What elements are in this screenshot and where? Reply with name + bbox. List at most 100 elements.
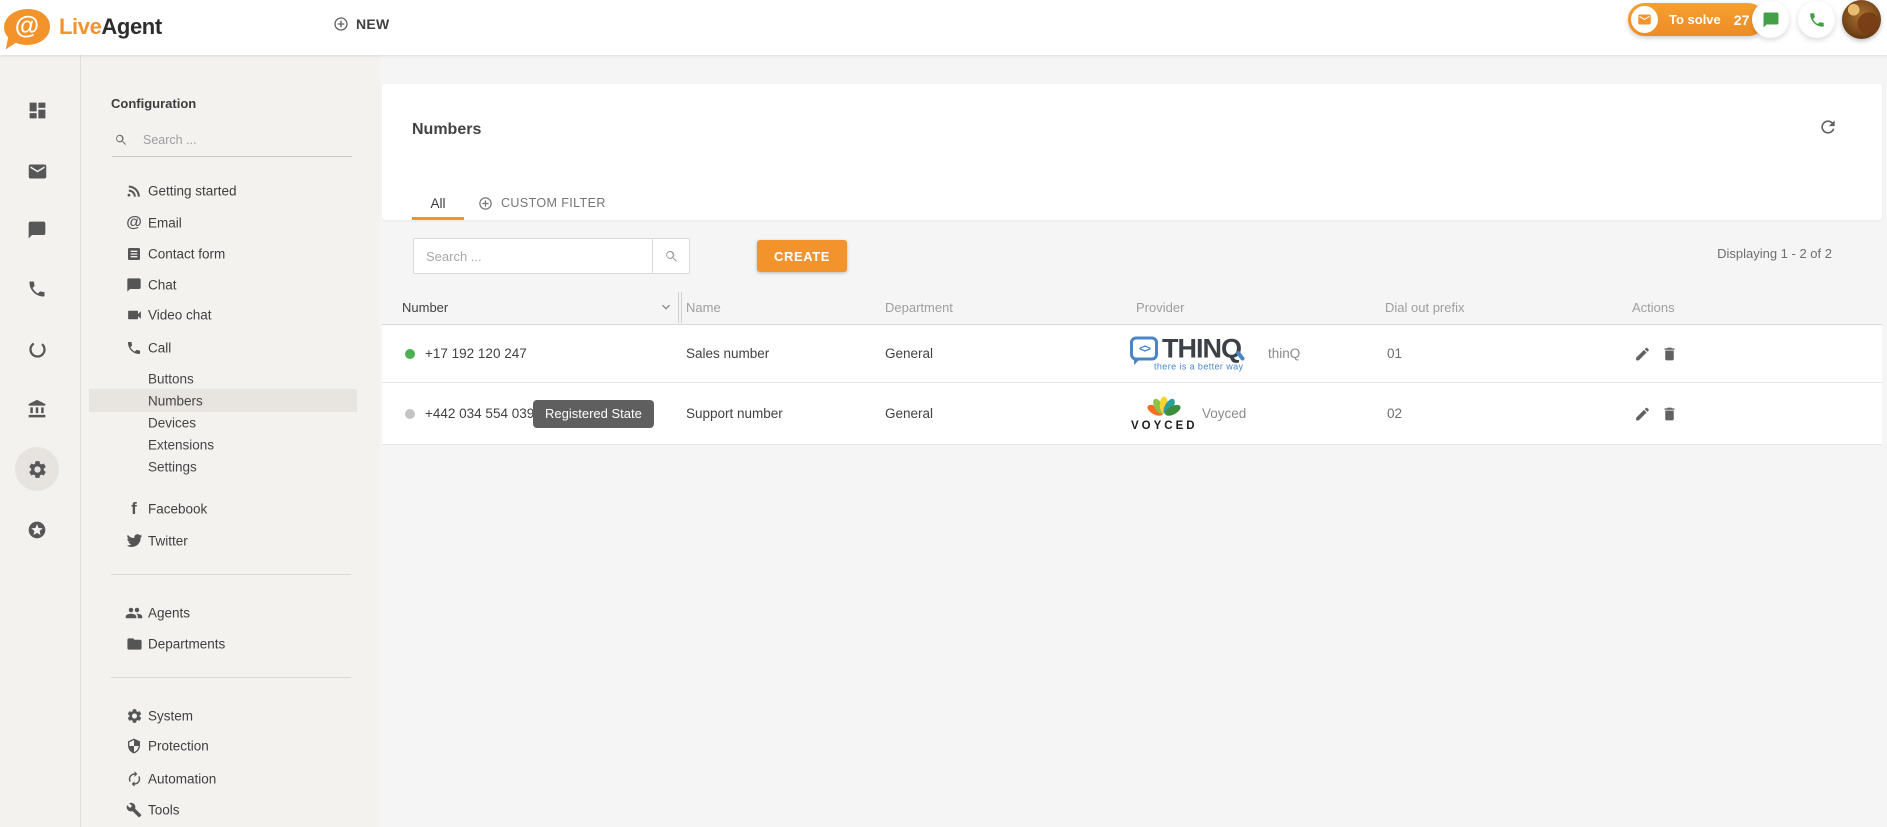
- cell-provider: thinQ: [1268, 325, 1300, 382]
- new-button[interactable]: NEW: [333, 16, 390, 32]
- sidebar-item-numbers[interactable]: Numbers: [89, 389, 357, 412]
- sort-chevron-down-icon[interactable]: [658, 299, 674, 315]
- thinq-bubble-icon: <>: [1130, 336, 1158, 360]
- brand-agent: Agent: [101, 14, 161, 39]
- main-content: Numbers All CUSTOM FILTER CREATE: [380, 55, 1887, 827]
- at-glyph: @: [15, 12, 39, 41]
- to-solve-count: 27: [1734, 12, 1750, 28]
- sidebar-divider: [111, 677, 351, 678]
- column-header-name[interactable]: Name: [686, 290, 721, 324]
- table-row[interactable]: +442 034 554 039 Registered State Suppor…: [382, 383, 1882, 445]
- sidebar-item-settings[interactable]: Settings: [81, 455, 381, 478]
- displaying-count: Displaying 1 - 2 of 2: [1717, 246, 1832, 261]
- rail-phone-icon[interactable]: [15, 267, 59, 311]
- column-header-provider[interactable]: Provider: [1136, 290, 1184, 324]
- edit-button[interactable]: [1634, 405, 1651, 422]
- cell-dial-out-prefix: 02: [1387, 383, 1402, 444]
- liveagent-logo[interactable]: @ LiveAgent: [4, 9, 162, 45]
- delete-button[interactable]: [1661, 405, 1678, 422]
- sidebar-item-chat[interactable]: Chat: [81, 270, 381, 300]
- form-icon: [124, 246, 144, 262]
- column-resize-handle[interactable]: [678, 292, 679, 323]
- pencil-icon: [1634, 345, 1651, 362]
- cell-name: Sales number: [686, 325, 769, 382]
- cell-number: +17 192 120 247: [425, 325, 527, 382]
- tab-all[interactable]: All: [412, 186, 464, 220]
- user-avatar[interactable]: [1842, 0, 1881, 39]
- table-search-input[interactable]: [414, 239, 652, 273]
- sidebar-item-automation[interactable]: Automation: [81, 764, 381, 794]
- chat-status-button[interactable]: [1752, 1, 1789, 38]
- column-header-actions[interactable]: Actions: [1632, 290, 1675, 324]
- rail-mail-icon[interactable]: [15, 149, 59, 193]
- column-header-department[interactable]: Department: [885, 290, 953, 324]
- rail-chat-icon[interactable]: [15, 208, 59, 252]
- search-icon: [664, 249, 679, 264]
- to-solve-button[interactable]: To solve 27: [1628, 3, 1765, 36]
- call-status-button[interactable]: [1798, 1, 1835, 38]
- rail-star-icon[interactable]: [15, 508, 59, 552]
- tab-all-label: All: [430, 196, 445, 211]
- sidebar-item-twitter[interactable]: Twitter: [81, 526, 381, 556]
- configuration-sidebar: Configuration Getting started @ Email Co…: [80, 55, 380, 827]
- sidebar-item-protection[interactable]: Protection: [81, 731, 381, 761]
- sidebar-item-departments[interactable]: Departments: [81, 629, 381, 659]
- delete-button[interactable]: [1661, 345, 1678, 362]
- create-button[interactable]: CREATE: [757, 240, 847, 272]
- voyced-wordmark: VOYCED: [1131, 420, 1198, 432]
- sidebar-item-label: Contact form: [148, 247, 225, 262]
- table-header: Number Name Department Provider Dial out…: [382, 290, 1882, 325]
- sidebar-item-agents[interactable]: Agents: [81, 598, 381, 628]
- trash-icon: [1661, 345, 1678, 362]
- sidebar-title: Configuration: [111, 96, 196, 111]
- thinq-tagline: there is a better way: [1154, 361, 1249, 371]
- sidebar-item-label: Tools: [148, 803, 180, 818]
- trash-icon: [1661, 405, 1678, 422]
- envelope-icon: [1631, 6, 1658, 33]
- sidebar-item-system[interactable]: System: [81, 701, 381, 731]
- refresh-button[interactable]: [1818, 117, 1838, 137]
- table-search-button[interactable]: [652, 239, 689, 273]
- sidebar-item-facebook[interactable]: f Facebook: [81, 494, 381, 524]
- sidebar-item-tools[interactable]: Tools: [81, 795, 381, 825]
- sidebar-item-email[interactable]: @ Email: [81, 208, 381, 238]
- brand-name: LiveAgent: [59, 14, 162, 40]
- plus-circle-icon: [333, 16, 349, 32]
- sidebar-item-label: Protection: [148, 739, 209, 754]
- sidebar-item-getting-started[interactable]: Getting started: [81, 176, 381, 206]
- facebook-icon: f: [124, 499, 144, 519]
- thinq-logo: <> THINQ there is a better way: [1130, 336, 1249, 371]
- plus-circle-icon: [478, 196, 493, 211]
- sidebar-item-buttons[interactable]: Buttons: [81, 367, 381, 390]
- rss-icon: [124, 183, 144, 200]
- voyced-flower-icon: [1147, 396, 1181, 419]
- sidebar-item-label: Video chat: [148, 308, 212, 323]
- sidebar-item-label: Email: [148, 216, 182, 231]
- column-header-dial-out-prefix[interactable]: Dial out prefix: [1385, 290, 1464, 324]
- sidebar-item-devices[interactable]: Devices: [81, 411, 381, 434]
- sidebar-item-label: Facebook: [148, 502, 207, 517]
- sidebar-item-label: Departments: [148, 637, 225, 652]
- rail-dashboard-icon[interactable]: [15, 88, 59, 132]
- voyced-logo: VOYCED: [1131, 396, 1198, 432]
- rail-academy-icon[interactable]: [15, 387, 59, 431]
- folder-icon: [124, 636, 144, 653]
- table-row[interactable]: +17 192 120 247 Sales number General <> …: [382, 325, 1882, 383]
- sidebar-item-extensions[interactable]: Extensions: [81, 433, 381, 456]
- registered-state-badge: Registered State: [533, 400, 654, 428]
- brand-live: Live: [59, 14, 101, 39]
- sidebar-search-input[interactable]: [143, 133, 352, 147]
- column-resize-handle[interactable]: [681, 292, 682, 323]
- column-header-number[interactable]: Number: [402, 290, 448, 324]
- sidebar-subitem-label: Settings: [148, 459, 197, 474]
- sidebar-item-contact-form[interactable]: Contact form: [81, 239, 381, 269]
- sidebar-search: [112, 129, 352, 157]
- edit-button[interactable]: [1634, 345, 1651, 362]
- sidebar-item-video-chat[interactable]: Video chat: [81, 300, 381, 330]
- numbers-panel-header: Numbers All CUSTOM FILTER: [382, 84, 1882, 220]
- sidebar-item-call[interactable]: Call: [81, 333, 381, 363]
- sidebar-item-label: Chat: [148, 278, 177, 293]
- rail-settings-gear-icon[interactable]: [15, 447, 59, 491]
- tab-custom-filter[interactable]: CUSTOM FILTER: [478, 186, 606, 220]
- rail-ring-icon[interactable]: [15, 327, 59, 371]
